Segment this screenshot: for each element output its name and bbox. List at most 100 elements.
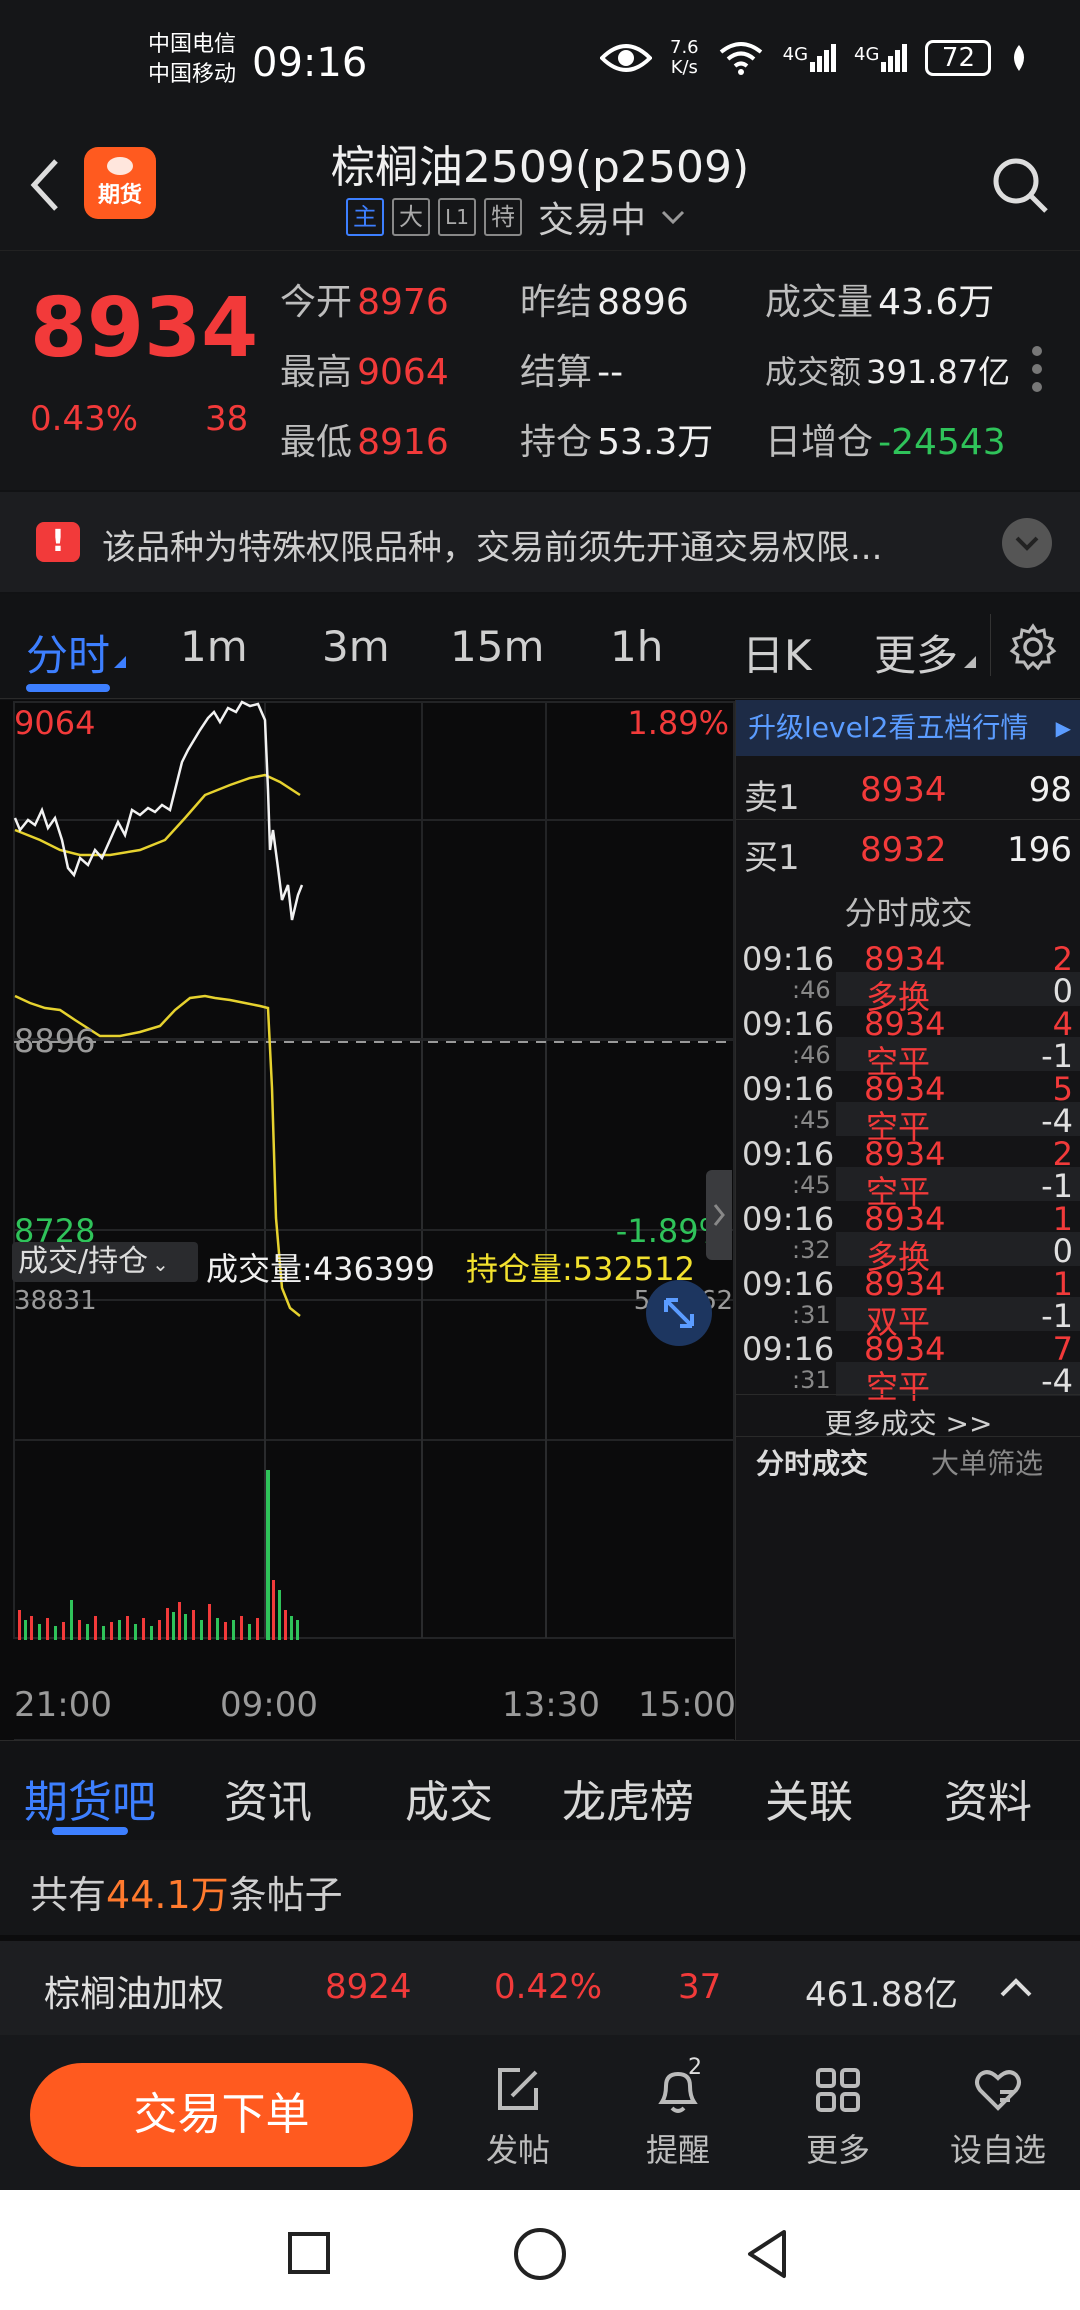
tab-timeshare[interactable]: 分时 [26, 622, 110, 683]
tick-time: 09:16 [742, 940, 835, 978]
high-value: 9064 [357, 352, 449, 393]
add-watchlist-button[interactable]: 设自选 [928, 2055, 1068, 2171]
x-axis-label-2: 09:00 [220, 1685, 318, 1725]
open-label: 今开 [280, 282, 353, 323]
quote-panel: 8934 0.43% 38 今开 8976 昨结 8896 成交量 43.6万 … [0, 250, 1080, 490]
index-turnover: 461.88亿 [805, 1975, 958, 2015]
signal-icon-2: 4G [854, 44, 908, 72]
net-speed-unit: K/s [670, 57, 698, 78]
settle-value: -- [597, 352, 624, 393]
header: 期货 棕榈油2509(p2509) 主 大 L1 特 交易中 [0, 125, 1080, 250]
gear-icon[interactable] [1008, 622, 1058, 672]
tick-time: 09:16 [742, 1200, 835, 1238]
tick-row: 09:16 8934 1 :32 多换 0 [736, 1200, 1080, 1276]
system-nav-bar [0, 2190, 1080, 2310]
ask-price: 8934 [860, 770, 947, 810]
more-button[interactable]: 更多 [768, 2055, 908, 2171]
tick-seconds: :31 [792, 1366, 831, 1394]
tag-l1: L1 [438, 198, 476, 236]
tag-special: 特 [484, 198, 522, 236]
tab-related[interactable]: 关联 [765, 1766, 853, 1830]
tab-more-corner-icon [964, 656, 976, 668]
index-change: 37 [678, 1967, 722, 2007]
tab-profile[interactable]: 资料 [944, 1766, 1032, 1830]
contract-tags: 主 大 L1 特 交易中 [346, 191, 686, 243]
timeshare-chart[interactable]: 9064 8896 8728 1.89% -1.89% 成交/持仓 ⌄ 成交量:4… [0, 700, 736, 1740]
oi-change-value: -24543 [878, 422, 1006, 463]
trade-order-button[interactable]: 交易下单 [30, 2063, 413, 2167]
tab-1m[interactable]: 1m [180, 622, 248, 671]
panel-toggle[interactable] [706, 1170, 732, 1260]
tab-big-orders[interactable]: 大单筛选 [931, 1442, 1043, 1482]
settle-label: 结算 [520, 352, 593, 393]
tick-time: 09:16 [742, 1135, 835, 1173]
home-icon[interactable] [514, 2228, 566, 2280]
tab-indicator [26, 684, 110, 692]
tick-time: 09:16 [742, 1330, 835, 1368]
level2-upgrade-link[interactable]: 升级level2看五档行情 ▶ [736, 700, 1080, 756]
turnover-value: 391.87亿 [866, 353, 1011, 391]
open-value: 8976 [357, 282, 449, 323]
bid-price: 8932 [860, 830, 947, 870]
tick-seconds: :46 [792, 1041, 831, 1069]
recents-icon[interactable] [288, 2232, 330, 2274]
tag-big: 大 [392, 198, 430, 236]
tick-row: 09:16 8934 4 :46 空平 -1 [736, 1005, 1080, 1081]
turnover-label: 成交额 [765, 353, 862, 391]
carrier-1: 中国电信 [148, 32, 237, 57]
tab-15m[interactable]: 15m [450, 622, 544, 671]
oi-label: 持仓 [520, 422, 593, 463]
tick-seconds: :46 [792, 976, 831, 1004]
chevron-down-icon[interactable] [1002, 518, 1052, 568]
index-name: 棕榈油加权 [44, 1974, 225, 2015]
remind-button[interactable]: 2 提醒 [608, 2055, 748, 2171]
tick-row: 09:16 8934 2 :45 空平 -1 [736, 1135, 1080, 1211]
post-button[interactable]: 发帖 [448, 2055, 588, 2171]
tab-daily[interactable]: 日K [742, 622, 812, 683]
order-book-panel: 升级level2看五档行情 ▶ 卖1 8934 98 买1 8932 196 分时… [735, 700, 1080, 1740]
x-axis-label-1: 21:00 [14, 1685, 112, 1725]
leaf-icon [1014, 45, 1025, 71]
bid-label: 买1 [744, 838, 800, 878]
status-time: 09:16 [252, 40, 368, 86]
expand-icon[interactable] [646, 1280, 712, 1346]
trading-state[interactable]: 交易中 [538, 191, 646, 243]
weighted-index-bar[interactable]: 棕榈油加权 8924 0.42% 37 461.88亿 [0, 1935, 1080, 2035]
ticks-title: 分时成交 [844, 894, 973, 932]
volume-readout: 成交量:436399 [206, 1250, 435, 1288]
permission-notice[interactable]: ! 该品种为特殊权限品种，交易前须先开通交易权限... [0, 492, 1080, 592]
content-tabs: 期货吧 资讯 成交 龙虎榜 关联 资料 [0, 1740, 1080, 1840]
y-axis-mid: 8896 [14, 1022, 96, 1060]
tick-seconds: :45 [792, 1171, 831, 1199]
alert-icon: ! [36, 522, 80, 562]
tick-row: 09:16 8934 2 :46 多换 0 [736, 940, 1080, 1016]
carrier-2: 中国移动 [148, 62, 237, 87]
tab-more[interactable]: 更多 [874, 622, 958, 683]
volume-label: 成交量 [765, 282, 874, 323]
tab-trades[interactable]: 成交 [405, 1766, 493, 1830]
tab-dragon-tiger[interactable]: 龙虎榜 [562, 1766, 694, 1830]
tab-news[interactable]: 资讯 [224, 1766, 312, 1830]
chevron-down-icon[interactable] [660, 208, 686, 226]
page-title: 棕榈油2509(p2509) [330, 142, 750, 193]
tick-seconds: :32 [792, 1236, 831, 1264]
back-nav-icon[interactable] [744, 2228, 790, 2280]
tag-main: 主 [346, 198, 384, 236]
wifi-icon [719, 42, 762, 75]
tab-1h[interactable]: 1h [610, 622, 663, 671]
notice-text: 该品种为特殊权限品种，交易前须先开通交易权限... [102, 528, 883, 568]
heart-icon [975, 2070, 1021, 2111]
sub-indicator-select[interactable]: 成交/持仓 ⌄ [12, 1242, 198, 1282]
tab-futures-bar[interactable]: 期货吧 [24, 1766, 156, 1830]
more-dots-icon[interactable] [1032, 346, 1042, 392]
tab-ticks[interactable]: 分时成交 [756, 1442, 868, 1482]
high-label: 最高 [280, 352, 353, 393]
pct-axis-top: 1.89% [627, 704, 729, 742]
y-axis-top: 9064 [14, 704, 96, 742]
status-bar: 中国电信 中国移动 09:16 7.6 K/s 4G 4G 72 [0, 0, 1080, 125]
tab-3m[interactable]: 3m [322, 622, 390, 671]
signal-icon-1: 4G [783, 44, 837, 72]
chevron-up-icon[interactable] [998, 1975, 1034, 1999]
search-icon[interactable] [990, 155, 1050, 215]
tab-indicator [52, 1827, 128, 1835]
